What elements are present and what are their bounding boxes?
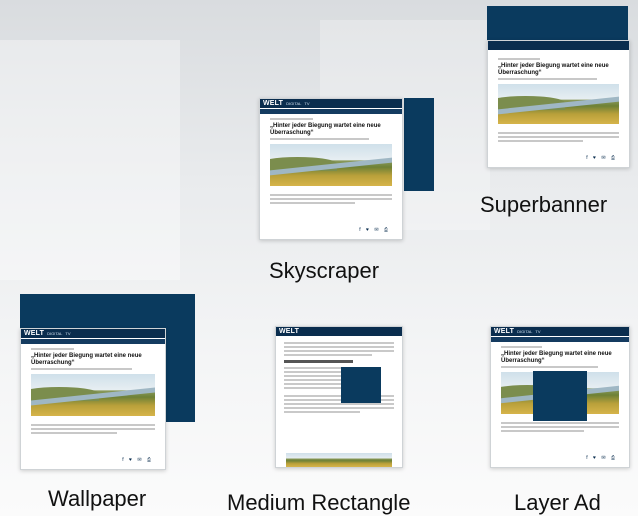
teaser-line	[498, 132, 619, 135]
article-headline: „Hinter jeder Biegung wartet eine neue Ü…	[31, 353, 142, 366]
format-label-layer-ad: Layer Ad	[514, 490, 601, 515]
text-line	[284, 411, 360, 413]
text-line	[284, 354, 373, 356]
text-line	[284, 383, 341, 385]
welt-logo: WELT	[494, 328, 515, 335]
format-label-skyscraper: Skyscraper	[269, 258, 380, 283]
teaser-line	[31, 368, 132, 371]
text-line	[284, 387, 341, 389]
breadcrumb	[498, 58, 541, 60]
wallpaper-mockup: WELT DIGITAL TV „Hinter jeder Biegung wa…	[20, 328, 166, 470]
sub-nav	[260, 109, 402, 114]
teaser-line	[270, 194, 392, 197]
teaser-line	[31, 424, 155, 427]
wallpaper-ad-side	[164, 294, 195, 422]
text-line	[284, 350, 394, 352]
layer-ad-mockup: WELT DIGITAL TV „Hinter jeder Biegung wa…	[490, 326, 630, 468]
article-headline: „Hinter jeder Biegung wartet eine neue Ü…	[270, 123, 381, 136]
format-label-medium-rectangle: Medium Rectangle	[227, 490, 411, 515]
text-line	[284, 342, 394, 344]
site-nav: WELT DIGITAL TV	[260, 99, 402, 108]
welt-logo: WELT	[263, 100, 284, 107]
article-photo	[31, 374, 155, 417]
article-photo	[498, 84, 619, 125]
teaser-line	[270, 138, 370, 141]
medium-rectangle-ad-block	[341, 367, 381, 403]
site-nav: WELT	[276, 327, 402, 336]
share-icons: f ♥ ✉ ⎙	[586, 455, 617, 461]
article-headline: „Hinter jeder Biegung wartet eine neue Ü…	[498, 63, 609, 76]
share-icons: f ♥ ✉ ⎙	[359, 227, 390, 233]
background-building	[0, 40, 180, 280]
teaser-line	[31, 428, 155, 431]
nav-item-digital: DIGITAL	[517, 329, 533, 334]
section-subhead	[284, 360, 354, 363]
skyscraper-ad-block	[404, 98, 434, 191]
nav-item-tv: TV	[65, 331, 71, 336]
teaser-line	[501, 426, 619, 429]
article-photo	[270, 144, 392, 187]
format-label-wallpaper: Wallpaper	[48, 486, 147, 511]
teaser-line	[501, 366, 598, 369]
text-line	[284, 407, 394, 409]
skyscraper-mockup: WELT DIGITAL TV „Hinter jeder Biegung wa…	[259, 98, 403, 240]
text-line	[284, 371, 341, 373]
welt-logo: WELT	[279, 328, 300, 335]
article-headline: „Hinter jeder Biegung wartet eine neue Ü…	[501, 351, 612, 364]
teaser-line	[270, 198, 392, 201]
article-photo	[286, 453, 392, 467]
teaser-line	[31, 432, 118, 435]
superbanner-mockup: „Hinter jeder Biegung wartet eine neue Ü…	[487, 40, 630, 168]
share-icons: f ♥ ✉ ⎙	[122, 457, 153, 463]
layer-ad-block	[533, 371, 587, 421]
breadcrumb	[501, 346, 543, 348]
breadcrumb	[270, 118, 313, 120]
teaser-line	[270, 202, 356, 205]
text-line	[284, 375, 341, 377]
text-line	[284, 367, 341, 369]
format-label-superbanner: Superbanner	[480, 192, 608, 217]
text-line	[284, 346, 394, 348]
sub-nav	[491, 337, 629, 342]
nav-item-digital: DIGITAL	[47, 331, 63, 336]
text-line	[284, 379, 341, 381]
sub-nav	[21, 339, 165, 344]
superbanner-ad-block	[487, 6, 628, 40]
nav-item-tv: TV	[535, 329, 541, 334]
site-nav: WELT DIGITAL TV	[491, 327, 629, 336]
teaser-line	[501, 430, 584, 433]
teaser-line	[501, 422, 619, 425]
nav-item-tv: TV	[304, 101, 310, 106]
site-nav	[488, 41, 629, 50]
share-icons: f ♥ ✉ ⎙	[586, 155, 617, 161]
site-nav: WELT DIGITAL TV	[21, 329, 165, 338]
nav-item-digital: DIGITAL	[286, 101, 302, 106]
breadcrumb	[31, 348, 75, 350]
teaser-line	[498, 140, 583, 143]
teaser-line	[498, 136, 619, 139]
text-line	[284, 403, 394, 405]
teaser-line	[498, 78, 597, 81]
welt-logo: WELT	[24, 330, 45, 337]
medium-rectangle-mockup: WELT	[275, 326, 403, 468]
